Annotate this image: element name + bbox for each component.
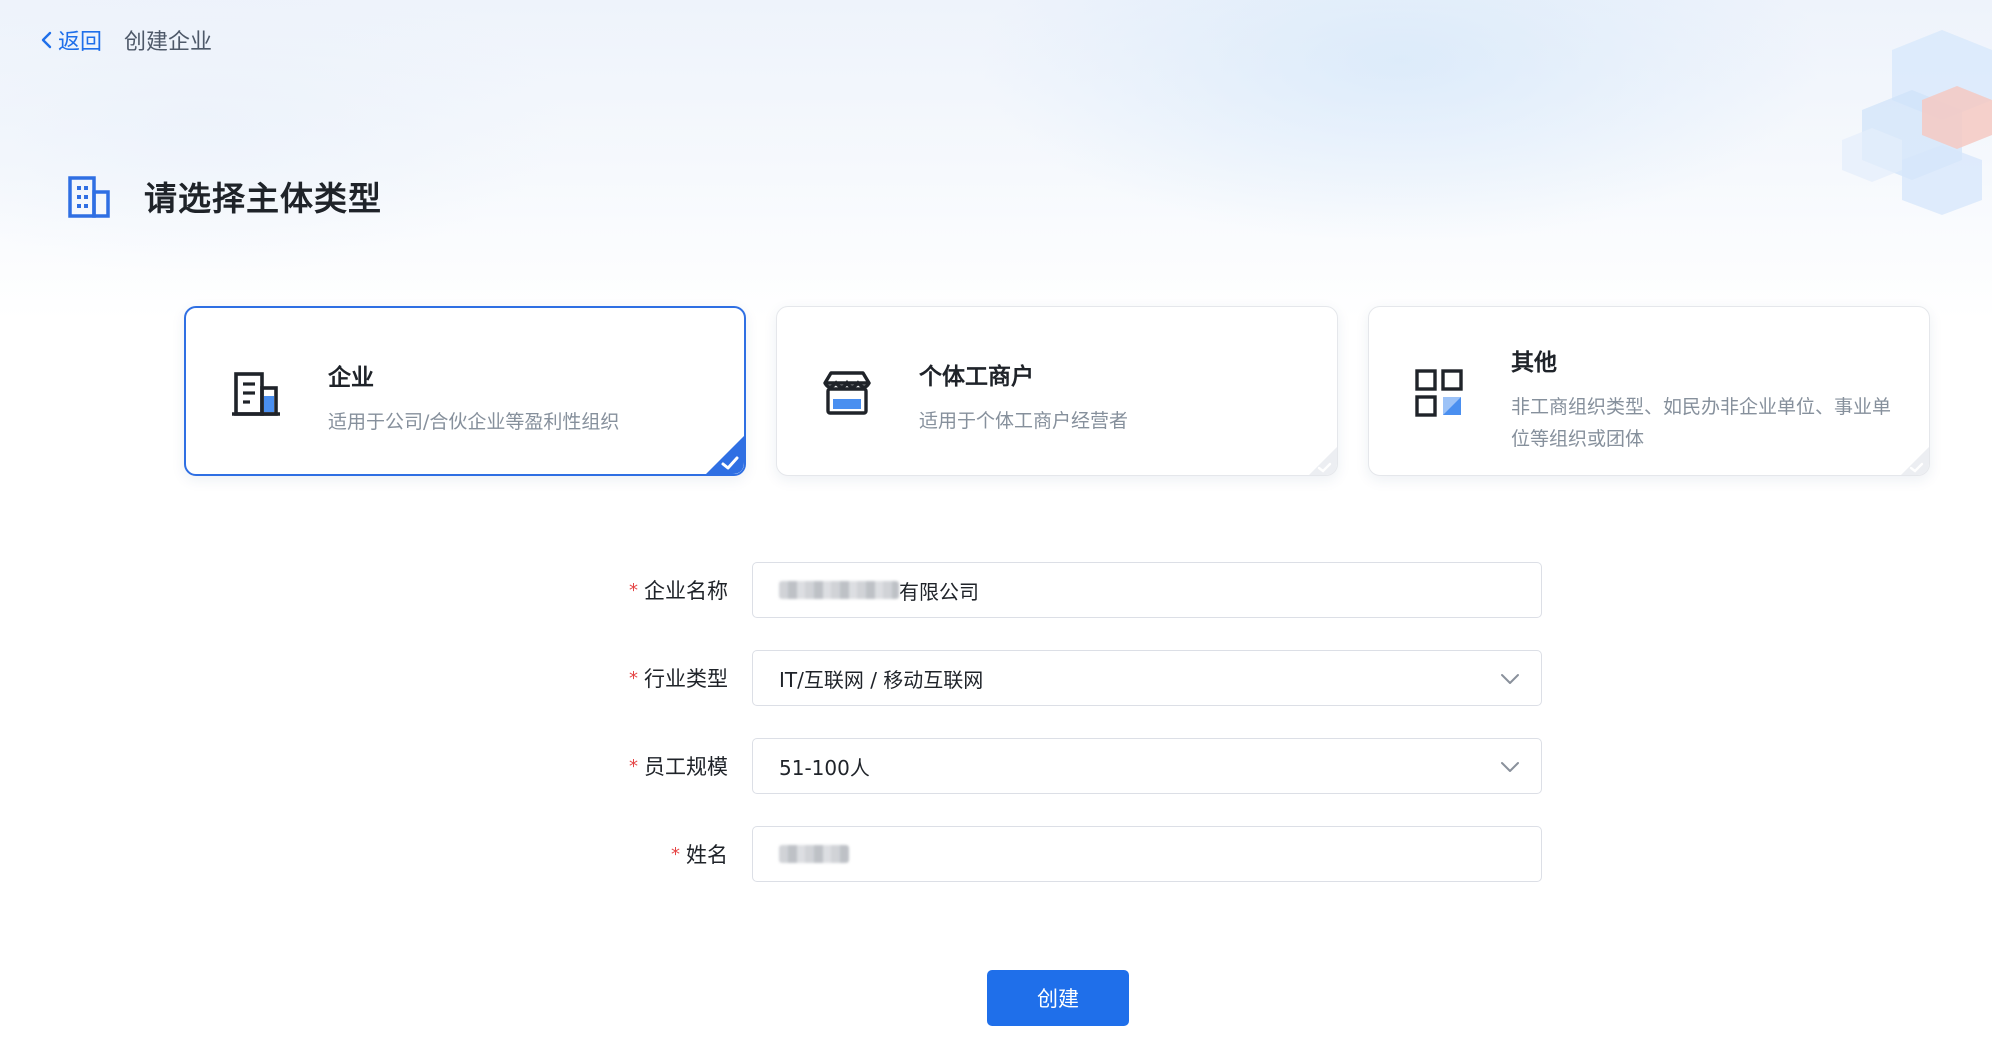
back-button[interactable]: 返回 — [40, 24, 102, 56]
redacted-text — [779, 845, 849, 863]
required-mark: * — [629, 667, 638, 689]
card-text: 其他 非工商组织类型、如民办非企业单位、事业单位等组织或团体 — [1511, 343, 1897, 455]
section-title: 请选择主体类型 — [144, 179, 382, 218]
card-other[interactable]: 其他 非工商组织类型、如民办非企业单位、事业单位等组织或团体 — [1368, 306, 1930, 476]
unselected-corner-mark — [1309, 447, 1337, 475]
form-row-staff-size: * 员工规模 51-100人 — [560, 738, 1560, 794]
office-building-icon — [232, 372, 280, 416]
redacted-text — [779, 581, 899, 599]
name-input[interactable] — [752, 826, 1542, 882]
entity-type-cards: 企业 适用于公司/合伙企业等盈利性组织 个体工商户 适用于个体工商户经营者 其他… — [184, 306, 1932, 478]
company-name-label: * 企业名称 — [629, 562, 728, 618]
industry-label: * 行业类型 — [629, 650, 728, 706]
required-mark: * — [671, 843, 680, 865]
company-name-label-text: 企业名称 — [644, 579, 728, 603]
apps-grid-icon — [1415, 369, 1463, 417]
required-mark: * — [629, 579, 638, 601]
form-row-name: * 姓名 — [560, 826, 1560, 882]
unselected-corner-mark — [1901, 447, 1929, 475]
card-description: 非工商组织类型、如民办非企业单位、事业单位等组织或团体 — [1511, 396, 1892, 450]
card-description: 适用于个体工商户经营者 — [919, 410, 1129, 432]
industry-value: IT/互联网 / 移动互联网 — [779, 667, 984, 692]
required-mark: * — [629, 755, 638, 777]
chevron-down-icon — [1501, 674, 1519, 684]
card-title: 个体工商户 — [919, 364, 1034, 390]
chevron-down-icon — [1501, 762, 1519, 772]
name-label-text: 姓名 — [686, 843, 728, 867]
industry-select[interactable]: IT/互联网 / 移动互联网 — [752, 650, 1542, 706]
card-description: 适用于公司/合伙企业等盈利性组织 — [328, 411, 620, 433]
chevron-left-icon — [41, 31, 52, 49]
card-title: 企业 — [328, 365, 374, 391]
name-label: * 姓名 — [671, 826, 728, 882]
section-heading: 请选择主体类型 — [66, 172, 382, 220]
top-bar: 返回 创建企业 — [40, 22, 212, 58]
staff-size-label: * 员工规模 — [629, 738, 728, 794]
create-button[interactable]: 创建 — [987, 970, 1129, 1026]
page-title: 创建企业 — [124, 30, 213, 55]
back-label: 返回 — [58, 30, 103, 55]
card-text: 企业 适用于公司/合伙企业等盈利性组织 — [328, 358, 712, 438]
company-name-suffix: 有限公司 — [899, 579, 979, 604]
form-row-industry: * 行业类型 IT/互联网 / 移动互联网 — [560, 650, 1560, 706]
industry-label-text: 行业类型 — [644, 667, 728, 691]
card-text: 个体工商户 适用于个体工商户经营者 — [919, 357, 1305, 437]
selected-check-icon — [706, 436, 744, 474]
building-icon — [68, 176, 110, 218]
staff-size-select[interactable]: 51-100人 — [752, 738, 1542, 794]
form-row-company-name: * 企业名称 有限公司 — [560, 562, 1560, 618]
card-title: 其他 — [1511, 350, 1557, 376]
header-background — [0, 0, 1992, 320]
card-individual-business[interactable]: 个体工商户 适用于个体工商户经营者 — [776, 306, 1338, 476]
staff-size-value: 51-100人 — [779, 755, 870, 780]
decorative-cubes-illustration — [1842, 30, 1992, 215]
page: 返回 创建企业 请选择主体类型 企业 适用于公司/合伙企业等盈利性组织 个体工商… — [0, 0, 1992, 1062]
staff-size-label-text: 员工规模 — [644, 755, 728, 779]
storefront-icon — [823, 371, 871, 415]
company-name-input[interactable]: 有限公司 — [752, 562, 1542, 618]
card-enterprise[interactable]: 企业 适用于公司/合伙企业等盈利性组织 — [184, 306, 746, 476]
